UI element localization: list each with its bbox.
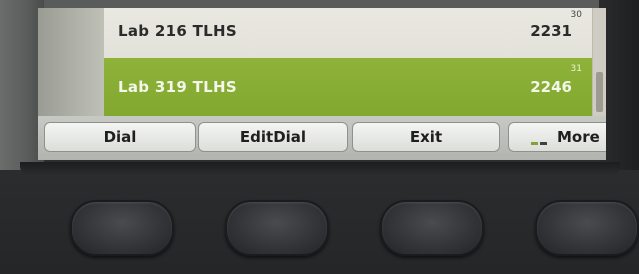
directory-list: Lab 216 TLHS 30 2231 Lab 319 TLHS 31 224… bbox=[104, 8, 592, 116]
hardware-softkey-3[interactable] bbox=[380, 200, 484, 256]
entry-extension: 2246 bbox=[530, 78, 572, 96]
hardware-softkey-4[interactable] bbox=[535, 200, 639, 256]
more-button[interactable]: More bbox=[508, 122, 606, 152]
phone-bezel-top bbox=[0, 0, 639, 8]
list-item-selected[interactable]: Lab 319 TLHS 31 2246 bbox=[104, 58, 592, 116]
screen-left-margin bbox=[38, 8, 104, 116]
hardware-softkey-2[interactable] bbox=[225, 200, 329, 256]
editdial-button[interactable]: EditDial bbox=[198, 122, 348, 152]
entry-name: Lab 216 TLHS bbox=[118, 22, 237, 40]
entry-name: Lab 319 TLHS bbox=[118, 78, 237, 96]
exit-button[interactable]: Exit bbox=[352, 122, 500, 152]
scrollbar-thumb[interactable] bbox=[596, 72, 603, 112]
scrollbar[interactable] bbox=[592, 8, 606, 116]
hardware-softkey-1[interactable] bbox=[70, 200, 174, 256]
screen-lower-bezel bbox=[20, 162, 620, 176]
ip-phone: Lab 216 TLHS 30 2231 Lab 319 TLHS 31 224… bbox=[0, 0, 639, 274]
entry-index: 30 bbox=[570, 10, 582, 20]
list-item[interactable]: Lab 216 TLHS 30 2231 bbox=[104, 8, 592, 58]
phone-screen: Lab 216 TLHS 30 2231 Lab 319 TLHS 31 224… bbox=[38, 8, 606, 160]
more-button-label: More bbox=[557, 128, 600, 146]
entry-index: 31 bbox=[570, 64, 582, 74]
dial-button[interactable]: Dial bbox=[44, 122, 196, 152]
more-indicator-icon bbox=[531, 126, 549, 145]
softkey-bar: Dial EditDial Exit More bbox=[38, 116, 606, 160]
entry-extension: 2231 bbox=[530, 22, 572, 40]
